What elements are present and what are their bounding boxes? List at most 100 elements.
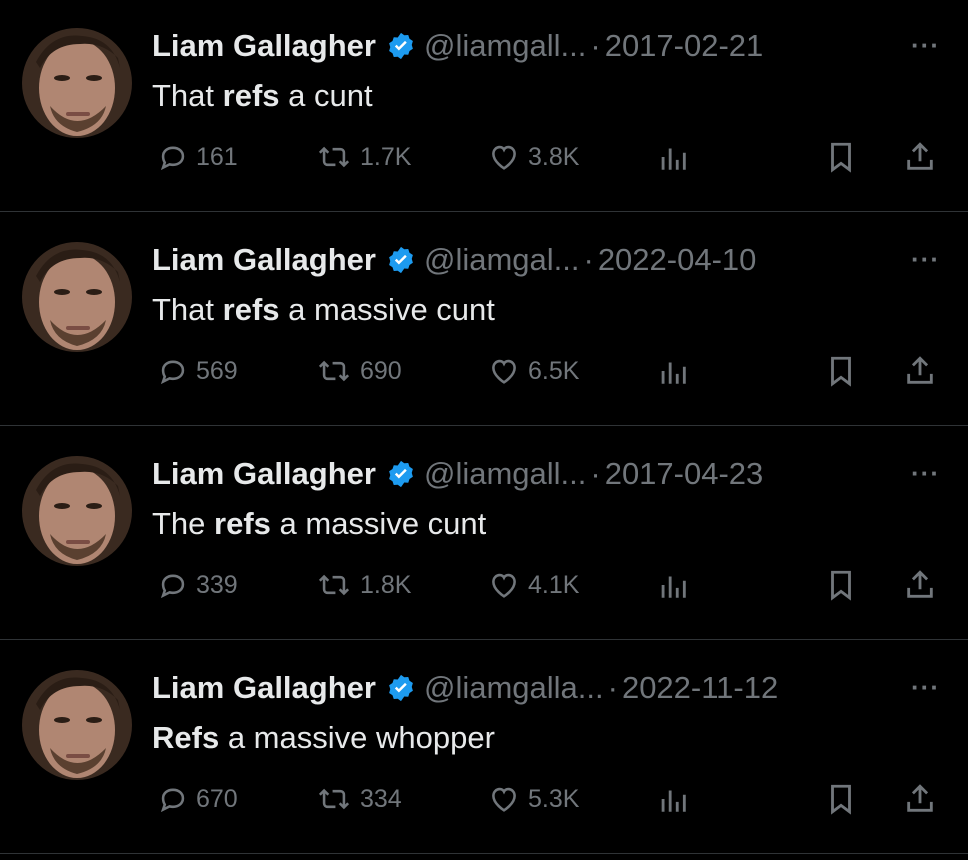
retweet-count: 690 [360,356,402,385]
author-handle[interactable]: @liamgal... [424,242,580,278]
author-name[interactable]: Liam Gallagher [152,456,376,492]
views-button[interactable] [658,140,694,174]
bookmark-icon [831,570,851,601]
reply-icon [160,574,185,599]
like-button[interactable]: 6.5K [486,354,579,388]
tweet-actions: 161 1.7K 3.8K [152,140,952,180]
avatar[interactable] [22,670,132,780]
reply-count: 161 [196,142,238,171]
more-options-button[interactable]: ··· [911,244,940,275]
tweet-2[interactable]: Liam Gallagher @liamgal... · 2022-04-10 … [0,214,968,426]
author-handle[interactable]: @liamgalla... [424,670,604,706]
more-options-button[interactable]: ··· [911,458,940,489]
tweet-4[interactable]: Liam Gallagher @liamgalla... · 2022-11-1… [0,642,968,854]
tweet-date[interactable]: 2022-04-10 [598,242,757,278]
reply-icon [160,788,185,813]
avatar[interactable] [22,456,132,566]
share-icon [907,570,933,598]
separator-dot: · [607,670,618,705]
reply-button[interactable]: 569 [156,354,238,388]
reply-icon [160,360,185,385]
like-button[interactable]: 4.1K [486,568,579,602]
reply-count: 670 [196,784,238,813]
author-name[interactable]: Liam Gallagher [152,670,376,706]
tweet-3[interactable]: Liam Gallagher @liamgall... · 2017-04-23… [0,428,968,640]
share-button[interactable] [904,782,942,816]
tweet-header: Liam Gallagher @liamgall... · 2017-04-23 [152,452,763,496]
author-name[interactable]: Liam Gallagher [152,242,376,278]
tweet-1[interactable]: Liam Gallagher @liamgall... · 2017-02-21… [0,0,968,212]
author-handle[interactable]: @liamgall... [424,456,586,492]
retweet-button[interactable]: 1.7K [314,140,411,174]
retweet-icon [318,360,350,382]
share-icon [907,784,933,812]
tweet-date[interactable]: 2022-11-12 [622,670,778,706]
tweet-text: Refs a massive whopper [152,720,495,755]
retweet-icon [318,146,350,168]
verified-badge-icon [389,460,413,488]
bookmark-button[interactable] [826,140,862,174]
avatar[interactable] [22,242,132,352]
author-name[interactable]: Liam Gallagher [152,28,376,64]
like-button[interactable]: 5.3K [486,782,579,816]
separator-dot: · [583,242,594,277]
views-button[interactable] [658,568,694,602]
retweet-count: 1.8K [360,570,412,599]
reply-button[interactable]: 161 [156,140,238,174]
like-count: 6.5K [528,356,580,385]
bookmark-button[interactable] [826,354,862,388]
more-options-button[interactable]: ··· [911,30,940,61]
views-button[interactable] [658,782,694,816]
like-count: 3.8K [528,142,580,171]
reply-button[interactable]: 670 [156,782,238,816]
retweet-count: 334 [360,784,402,813]
tweet-header: Liam Gallagher @liamgalla... · 2022-11-1… [152,666,778,710]
heart-icon [492,573,516,598]
tweet-date[interactable]: 2017-02-21 [605,28,764,64]
bookmark-icon [831,356,851,387]
tweet-date[interactable]: 2017-04-23 [605,456,764,492]
bookmark-icon [831,784,851,815]
reply-count: 569 [196,356,238,385]
tweet-actions: 569 690 6.5K [152,354,952,394]
heart-icon [492,145,516,170]
retweet-button[interactable]: 1.8K [314,568,411,602]
retweet-icon [318,574,350,596]
separator-dot: · [590,456,601,491]
retweet-icon [318,788,350,810]
share-icon [907,356,933,384]
analytics-icon [661,362,686,384]
retweet-count: 1.7K [360,142,412,171]
share-button[interactable] [904,354,942,388]
bookmark-button[interactable] [826,782,862,816]
share-button[interactable] [904,140,942,174]
tweet-text: That refs a massive cunt [152,292,495,327]
verified-badge-icon [389,32,413,60]
reply-icon [160,146,185,171]
bookmark-button[interactable] [826,568,862,602]
heart-icon [492,359,516,384]
separator-dot: · [590,28,601,63]
tweet-text: That refs a cunt [152,78,373,113]
like-count: 4.1K [528,570,580,599]
tweet-actions: 670 334 5.3K [152,782,952,822]
analytics-icon [661,790,686,812]
reply-button[interactable]: 339 [156,568,238,602]
views-button[interactable] [658,354,694,388]
analytics-icon [661,576,686,598]
avatar[interactable] [22,28,132,138]
author-handle[interactable]: @liamgall... [424,28,586,64]
retweet-button[interactable]: 334 [314,782,402,816]
reply-count: 339 [196,570,238,599]
tweet-header: Liam Gallagher @liamgall... · 2017-02-21 [152,24,763,68]
tweet-header: Liam Gallagher @liamgal... · 2022-04-10 [152,238,756,282]
heart-icon [492,787,516,812]
retweet-button[interactable]: 690 [314,354,402,388]
more-options-button[interactable]: ··· [911,672,940,703]
share-button[interactable] [904,568,942,602]
bookmark-icon [831,142,851,173]
analytics-icon [661,148,686,170]
verified-badge-icon [389,246,413,274]
share-icon [907,142,933,170]
like-button[interactable]: 3.8K [486,140,579,174]
